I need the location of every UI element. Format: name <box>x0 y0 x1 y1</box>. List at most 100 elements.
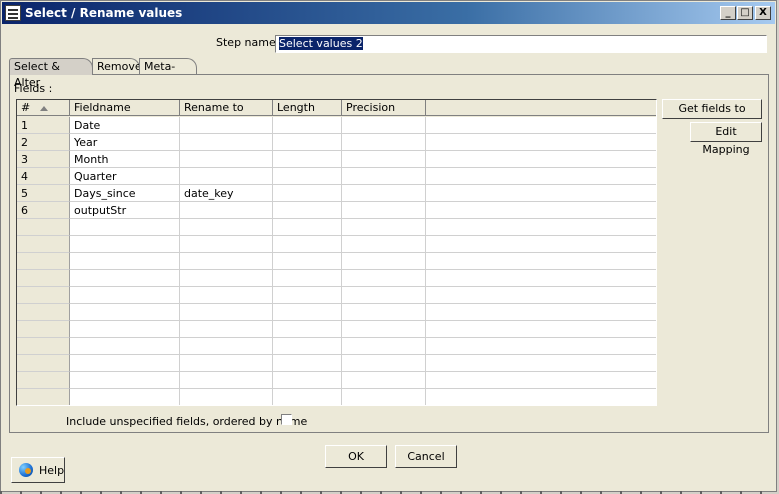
table-cell[interactable] <box>426 372 656 389</box>
table-cell[interactable]: Month <box>70 151 180 168</box>
table-cell[interactable] <box>342 304 426 321</box>
table-cell[interactable]: outputStr <box>70 202 180 219</box>
table-cell[interactable] <box>342 338 426 355</box>
table-cell[interactable] <box>342 168 426 185</box>
table-cell[interactable] <box>273 389 342 405</box>
tab-select-alter[interactable]: Select & Alter <box>9 58 93 89</box>
column-header-number[interactable]: # <box>17 100 70 116</box>
table-cell[interactable] <box>70 355 180 372</box>
table-cell[interactable] <box>426 117 656 134</box>
table-cell[interactable] <box>180 372 273 389</box>
table-cell[interactable] <box>273 287 342 304</box>
table-row[interactable] <box>17 355 656 372</box>
table-cell[interactable] <box>426 287 656 304</box>
table-row[interactable] <box>17 270 656 287</box>
table-cell[interactable] <box>426 304 656 321</box>
table-cell[interactable] <box>342 219 426 236</box>
table-cell[interactable] <box>426 321 656 338</box>
table-cell[interactable] <box>342 389 426 405</box>
table-cell[interactable]: Days_since <box>70 185 180 202</box>
table-cell[interactable] <box>273 372 342 389</box>
table-cell[interactable] <box>70 219 180 236</box>
table-cell[interactable] <box>273 219 342 236</box>
table-row[interactable] <box>17 321 656 338</box>
table-cell[interactable] <box>342 151 426 168</box>
table-cell[interactable] <box>342 185 426 202</box>
table-cell[interactable] <box>426 134 656 151</box>
table-cell[interactable] <box>70 304 180 321</box>
table-cell[interactable] <box>180 134 273 151</box>
table-cell[interactable] <box>180 287 273 304</box>
table-cell[interactable] <box>180 117 273 134</box>
table-cell[interactable] <box>342 202 426 219</box>
table-cell[interactable] <box>180 168 273 185</box>
table-row[interactable] <box>17 338 656 355</box>
table-row[interactable] <box>17 389 656 405</box>
table-cell[interactable] <box>273 253 342 270</box>
tab-meta-data[interactable]: Meta-data <box>139 58 197 89</box>
table-cell[interactable] <box>70 338 180 355</box>
table-cell[interactable] <box>426 253 656 270</box>
table-cell[interactable] <box>70 236 180 253</box>
table-cell[interactable] <box>426 151 656 168</box>
column-header-precision[interactable]: Precision <box>342 100 426 116</box>
table-cell[interactable] <box>273 355 342 372</box>
table-row[interactable]: 3 Month <box>17 151 656 168</box>
table-cell[interactable] <box>180 389 273 405</box>
table-cell[interactable] <box>273 202 342 219</box>
edit-mapping-button[interactable]: Edit Mapping <box>690 122 762 156</box>
table-cell[interactable]: date_key <box>180 185 273 202</box>
table-row[interactable]: 1 Date <box>17 117 656 134</box>
table-cell[interactable] <box>273 134 342 151</box>
table-cell[interactable] <box>273 185 342 202</box>
column-header-length[interactable]: Length <box>273 100 342 116</box>
table-row[interactable] <box>17 287 656 304</box>
table-cell[interactable] <box>273 321 342 338</box>
table-cell[interactable] <box>426 168 656 185</box>
table-cell[interactable] <box>180 236 273 253</box>
get-fields-button[interactable]: Get fields to select <box>662 99 762 133</box>
table-cell[interactable] <box>180 253 273 270</box>
table-cell[interactable] <box>342 321 426 338</box>
table-cell[interactable] <box>342 236 426 253</box>
ok-button[interactable]: OK <box>325 445 387 468</box>
maximize-button[interactable]: □ <box>737 6 753 20</box>
table-row[interactable]: 4 Quarter <box>17 168 656 185</box>
table-row[interactable] <box>17 219 656 236</box>
table-row[interactable] <box>17 253 656 270</box>
table-cell[interactable] <box>342 134 426 151</box>
table-row[interactable] <box>17 304 656 321</box>
table-cell[interactable] <box>70 389 180 405</box>
table-cell[interactable]: Year <box>70 134 180 151</box>
close-button[interactable]: X <box>755 6 771 20</box>
include-unspecified-checkbox[interactable] <box>281 414 292 425</box>
table-cell[interactable] <box>426 270 656 287</box>
table-row[interactable]: 6 outputStr <box>17 202 656 219</box>
table-cell[interactable] <box>426 338 656 355</box>
table-cell[interactable] <box>70 372 180 389</box>
help-button[interactable]: Help <box>11 457 65 483</box>
table-cell[interactable] <box>426 236 656 253</box>
table-cell[interactable] <box>180 270 273 287</box>
table-cell[interactable] <box>180 202 273 219</box>
table-cell[interactable]: Date <box>70 117 180 134</box>
table-cell[interactable] <box>180 321 273 338</box>
table-cell[interactable] <box>180 355 273 372</box>
cancel-button[interactable]: Cancel <box>395 445 457 468</box>
table-cell[interactable] <box>273 270 342 287</box>
table-row[interactable]: 5 Days_since date_key <box>17 185 656 202</box>
table-cell[interactable] <box>426 389 656 405</box>
column-header-rename-to[interactable]: Rename to <box>180 100 273 116</box>
table-cell[interactable] <box>273 304 342 321</box>
table-cell[interactable] <box>180 219 273 236</box>
fields-table[interactable]: # Fieldname Rename to Length Precision 1… <box>16 99 657 406</box>
table-cell[interactable] <box>426 219 656 236</box>
table-cell[interactable] <box>342 253 426 270</box>
table-row[interactable]: 2 Year <box>17 134 656 151</box>
table-row[interactable] <box>17 372 656 389</box>
table-cell[interactable] <box>426 355 656 372</box>
minimize-button[interactable]: _ <box>720 6 736 20</box>
table-cell[interactable] <box>342 372 426 389</box>
table-cell[interactable] <box>180 304 273 321</box>
table-cell[interactable] <box>342 355 426 372</box>
